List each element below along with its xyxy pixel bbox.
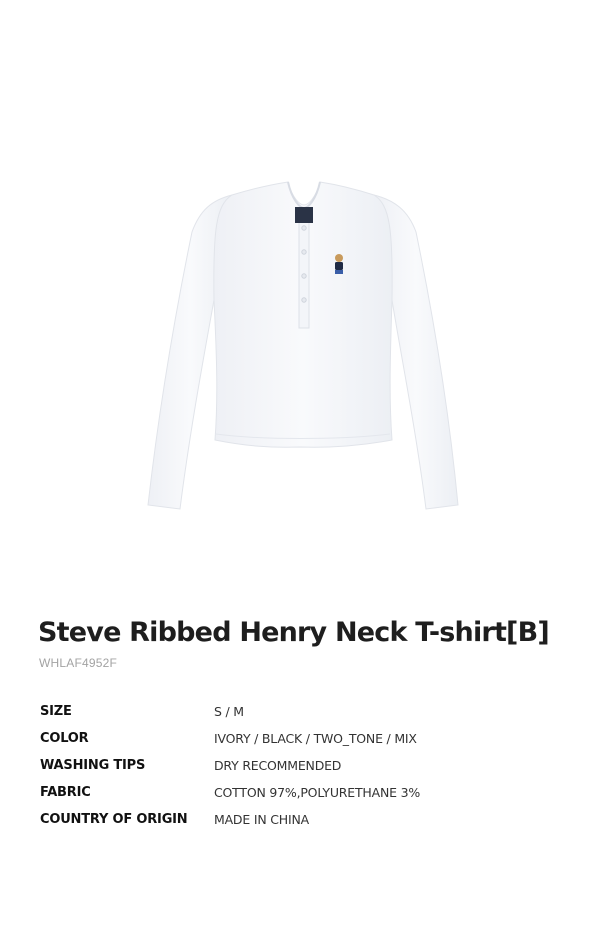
spec-value: DRY RECOMMENDED <box>214 758 342 773</box>
spec-row-washing-tips: WASHING TIPS DRY RECOMMENDED <box>40 752 560 779</box>
spec-label: FABRIC <box>40 785 91 800</box>
spec-row-fabric: FABRIC COTTON 97%,POLYURETHANE 3% <box>40 779 560 806</box>
spec-table: SIZE S / M COLOR IVORY / BLACK / TWO_TON… <box>40 698 560 833</box>
spec-value: IVORY / BLACK / TWO_TONE / MIX <box>214 731 417 746</box>
spec-value: COTTON 97%,POLYURETHANE 3% <box>214 785 421 800</box>
button <box>301 225 307 231</box>
spec-row-size: SIZE S / M <box>40 698 560 725</box>
product-code: WHLAF4952F <box>39 656 118 670</box>
spec-label: COUNTRY OF ORIGIN <box>40 812 188 827</box>
spec-label: COLOR <box>40 731 89 746</box>
tshirt-illustration <box>147 181 459 510</box>
button <box>301 273 307 279</box>
product-title: Steve Ribbed Henry Neck T-shirt[B] <box>38 617 550 648</box>
product-image <box>0 0 600 600</box>
spec-value: S / M <box>214 704 244 719</box>
button <box>301 249 307 255</box>
neck-label-tag <box>295 207 313 223</box>
spec-label: WASHING TIPS <box>40 758 146 773</box>
spec-row-color: COLOR IVORY / BLACK / TWO_TONE / MIX <box>40 725 560 752</box>
spec-value: MADE IN CHINA <box>214 812 309 827</box>
spec-label: SIZE <box>40 704 72 719</box>
bear-logo <box>335 254 343 274</box>
spec-row-country-of-origin: COUNTRY OF ORIGIN MADE IN CHINA <box>40 806 560 833</box>
button <box>301 297 307 303</box>
